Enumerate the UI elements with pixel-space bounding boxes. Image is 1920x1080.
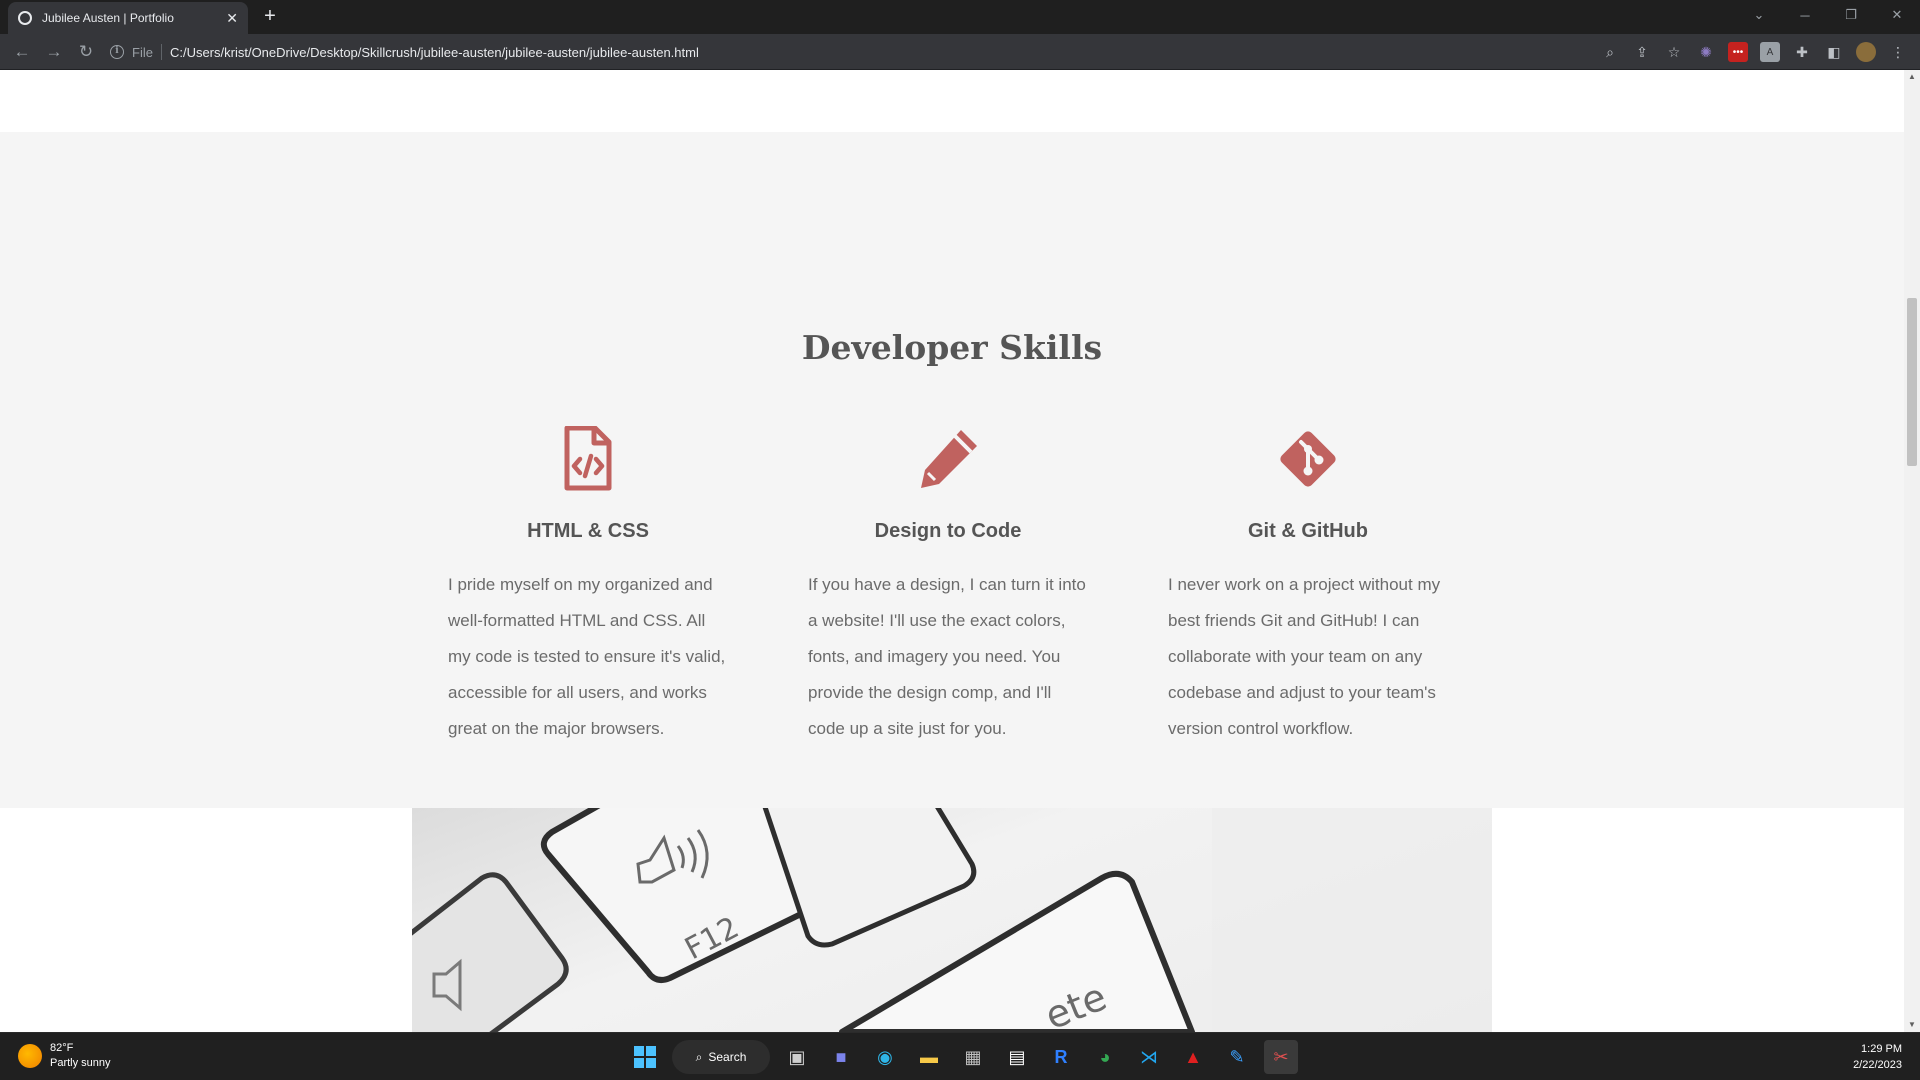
windows-taskbar: 82°F Partly sunny ⌕ Search ▣ ■ ◉ ▬ ▦ ▤ R… <box>0 1032 1920 1080</box>
weather-desc: Partly sunny <box>50 1057 111 1069</box>
file-code-icon <box>448 426 728 492</box>
bookmark-star-icon[interactable]: ☆ <box>1664 42 1684 62</box>
reload-icon[interactable]: ↻ <box>74 40 98 64</box>
taskbar-search[interactable]: ⌕ Search <box>672 1040 770 1074</box>
weather-temp: 82°F <box>50 1042 74 1054</box>
weather-widget[interactable]: 82°F Partly sunny <box>18 1041 111 1071</box>
new-tab-button[interactable]: + <box>258 5 282 29</box>
browser-toolbar: ← → ↻ i File C:/Users/krist/OneDrive/Des… <box>0 34 1920 70</box>
puzzle-extensions-icon[interactable]: ✚ <box>1792 42 1812 62</box>
edge-icon[interactable]: ◉ <box>868 1040 902 1074</box>
git-icon <box>1168 426 1448 492</box>
store-icon[interactable]: ▤ <box>1000 1040 1034 1074</box>
side-panel-icon[interactable]: ◧ <box>1824 42 1844 62</box>
extension-grey-icon[interactable]: A <box>1760 42 1780 62</box>
skill-card-html-css: HTML & CSS I pride myself on my organize… <box>448 426 728 747</box>
snipping-tool-icon[interactable]: ✂ <box>1264 1040 1298 1074</box>
pencil-icon <box>808 426 1088 492</box>
keyboard-photo: F12 ete <box>412 808 1492 1032</box>
paint-icon[interactable]: ✎ <box>1220 1040 1254 1074</box>
scrollbar-thumb[interactable] <box>1907 298 1917 466</box>
site-info-icon[interactable]: i <box>110 45 124 59</box>
task-view-icon[interactable]: ▣ <box>780 1040 814 1074</box>
address-url[interactable]: C:/Users/krist/OneDrive/Desktop/Skillcru… <box>170 45 699 60</box>
tab-title: Jubilee Austen | Portfolio <box>42 11 174 25</box>
address-bar[interactable]: i File C:/Users/krist/OneDrive/Desktop/S… <box>110 38 1570 66</box>
skill-description: I pride myself on my organized and well-… <box>448 575 726 738</box>
weather-text: 82°F Partly sunny <box>50 1041 111 1071</box>
extension-red-icon[interactable]: ••• <box>1728 42 1748 62</box>
close-window-icon[interactable]: ✕ <box>1874 0 1920 30</box>
file-explorer-icon[interactable]: ▬ <box>912 1040 946 1074</box>
teams-chat-icon[interactable]: ■ <box>824 1040 858 1074</box>
skill-title: HTML & CSS <box>527 520 649 542</box>
search-label: Search <box>708 1050 747 1064</box>
skill-card-git-github: Git & GitHub I never work on a project w… <box>1168 426 1448 747</box>
skill-description: I never work on a project without my bes… <box>1168 575 1441 738</box>
address-scheme: File <box>132 44 153 60</box>
partly-sunny-icon <box>18 1044 42 1068</box>
share-icon[interactable]: ⇪ <box>1632 42 1652 62</box>
app-r-icon[interactable]: R <box>1044 1040 1078 1074</box>
browser-tab-bar: Jubilee Austen | Portfolio ✕ + ⌄ ─ ❐ ✕ <box>0 0 1920 34</box>
skill-description: If you have a design, I can turn it into… <box>808 575 1086 738</box>
scroll-up-arrow-icon[interactable]: ▲ <box>1904 70 1920 84</box>
forward-icon[interactable]: → <box>42 40 66 64</box>
vscode-icon[interactable]: ⋊ <box>1132 1040 1166 1074</box>
address-separator <box>160 44 162 60</box>
minimize-icon[interactable]: ─ <box>1782 0 1828 30</box>
page-viewport: Developer Skills HTML & CSS I pride myse… <box>0 70 1904 1032</box>
back-icon[interactable]: ← <box>10 40 34 64</box>
page-scrollbar[interactable]: ▲ ▼ <box>1904 70 1920 1032</box>
clock-time: 1:29 PM <box>1861 1043 1902 1055</box>
tab-search-icon[interactable]: ⌄ <box>1736 0 1782 30</box>
globe-icon <box>18 11 32 25</box>
tab-close-icon[interactable]: ✕ <box>226 10 238 27</box>
windows-logo-icon <box>634 1046 656 1068</box>
search-icon: ⌕ <box>695 1049 703 1064</box>
skills-heading: Developer Skills <box>801 328 1103 367</box>
calculator-icon[interactable]: ▦ <box>956 1040 990 1074</box>
menu-dots-icon[interactable]: ⋮ <box>1888 42 1908 62</box>
start-button[interactable] <box>628 1040 662 1074</box>
window-controls: ⌄ ─ ❐ ✕ <box>1736 0 1920 30</box>
extension-icon[interactable]: ✺ <box>1696 42 1716 62</box>
developer-skills-section: Developer Skills HTML & CSS I pride myse… <box>0 132 1904 808</box>
acrobat-icon[interactable]: ▲ <box>1176 1040 1210 1074</box>
taskbar-apps: ⌕ Search ▣ ■ ◉ ▬ ▦ ▤ R ◕ ⋊ ▲ ✎ ✂ <box>628 1039 1298 1075</box>
skill-title: Git & GitHub <box>1248 520 1368 542</box>
browser-tab[interactable]: Jubilee Austen | Portfolio ✕ <box>8 2 248 34</box>
toolbar-actions: ⌕ ⇪ ☆ ✺ ••• A ✚ ◧ ⋮ <box>1600 40 1908 64</box>
skill-title: Design to Code <box>874 520 1022 542</box>
scroll-down-arrow-icon[interactable]: ▼ <box>1904 1018 1920 1032</box>
zoom-icon[interactable]: ⌕ <box>1600 42 1620 62</box>
chrome-icon[interactable]: ◕ <box>1088 1040 1122 1074</box>
clock-date: 2/22/2023 <box>1853 1059 1902 1071</box>
restore-icon[interactable]: ❐ <box>1828 0 1874 30</box>
skill-card-design-to-code: Design to Code If you have a design, I c… <box>808 426 1088 747</box>
taskbar-clock[interactable]: 1:29 PM 2/22/2023 <box>1853 1041 1902 1073</box>
profile-avatar[interactable] <box>1856 42 1876 62</box>
